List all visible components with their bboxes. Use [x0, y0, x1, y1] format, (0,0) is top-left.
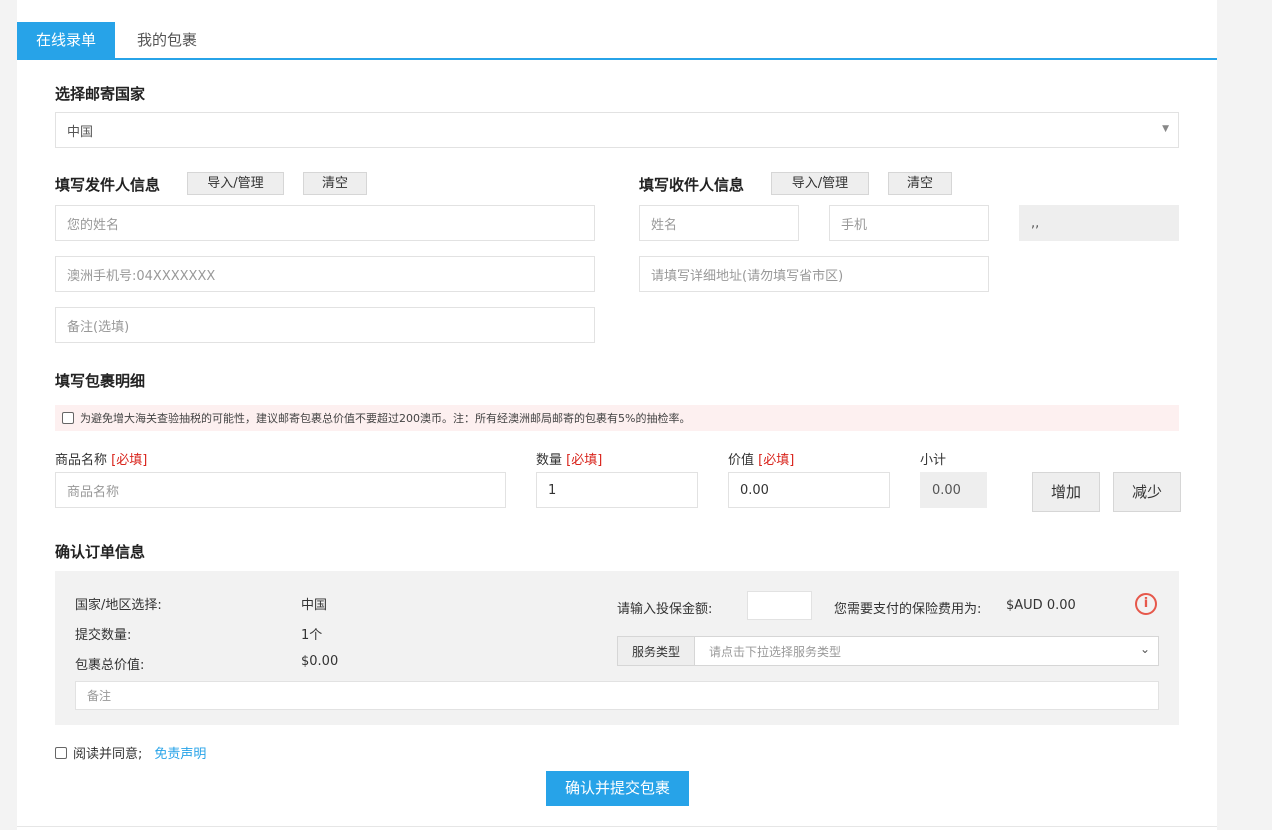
receiver-name-input[interactable]: 姓名 — [639, 205, 799, 241]
sender-note-input[interactable]: 备注(选填) — [55, 307, 595, 343]
quantity-input[interactable]: 1 — [536, 472, 698, 508]
quantity-label: 数量 [必填] — [536, 449, 602, 468]
sender-name-input[interactable]: 您的姓名 — [55, 205, 595, 241]
required-mark: [必填] — [566, 453, 603, 468]
tab-online-entry[interactable]: 在线录单 — [17, 22, 115, 59]
parcel-section-title: 填写包裹明细 — [55, 372, 146, 390]
disclaimer-link[interactable]: 免责声明 — [154, 743, 206, 762]
quantity-label-text: 数量 — [536, 453, 563, 468]
receiver-import-button[interactable]: 导入/管理 — [771, 172, 869, 195]
chevron-down-icon: ⌄ — [1139, 642, 1150, 656]
summary-country-value: 中国 — [301, 598, 328, 613]
country-select[interactable]: 中国 ▼ — [55, 112, 1179, 148]
sender-import-button[interactable]: 导入/管理 — [187, 172, 284, 195]
insurance-amount-input[interactable] — [747, 591, 812, 620]
page-margin — [1217, 0, 1272, 830]
insurance-fee-value: $AUD 0.00 — [1006, 598, 1076, 613]
service-type-select[interactable]: 服务类型 请点击下拉选择服务类型 ⌄ — [617, 636, 1159, 666]
info-icon[interactable]: i — [1135, 593, 1157, 615]
receiver-address-input[interactable]: 请填写详细地址(请勿填写省市区) — [639, 256, 989, 292]
customs-notice: 为避免增大海关查验抽税的可能性，建议邮寄包裹总价值不要超过200澳币。注：所有经… — [55, 405, 1179, 431]
remove-item-button[interactable]: 减少 — [1113, 472, 1181, 512]
sender-phone-input[interactable]: 澳洲手机号:04XXXXXXX — [55, 256, 595, 292]
insurance-fee-text: 您需要支付的保险费用为: — [834, 602, 982, 617]
price-label: 价值 [必填] — [728, 449, 794, 468]
price-label-text: 价值 — [728, 453, 755, 468]
receiver-region-field[interactable]: ,, — [1019, 205, 1179, 241]
summary-qty-value: 1个 — [301, 628, 323, 643]
price-input[interactable]: 0.00 — [728, 472, 890, 508]
service-type-placeholder: 请点击下拉选择服务类型 — [709, 644, 842, 659]
product-name-input[interactable]: 商品名称 — [55, 472, 506, 508]
service-type-dropdown[interactable]: 请点击下拉选择服务类型 ⌄ — [695, 637, 1158, 665]
required-mark: [必填] — [758, 453, 795, 468]
summary-total-label: 包裹总价值: — [75, 658, 145, 673]
sender-section-title: 填写发件人信息 — [55, 176, 161, 194]
notice-text: 为避免增大海关查验抽税的可能性，建议邮寄包裹总价值不要超过200澳币。注：所有经… — [80, 412, 691, 425]
country-select-value: 中国 — [67, 124, 94, 140]
sender-clear-button[interactable]: 清空 — [303, 172, 367, 195]
agreement-checkbox[interactable] — [55, 746, 67, 759]
tab-my-parcels[interactable]: 我的包裹 — [115, 22, 219, 59]
divider — [17, 826, 1217, 827]
notice-checkbox[interactable] — [62, 412, 74, 424]
country-section-title: 选择邮寄国家 — [55, 85, 146, 103]
confirm-section-title: 确认订单信息 — [55, 543, 146, 561]
subtotal-field: 0.00 — [920, 472, 987, 508]
add-item-button[interactable]: 增加 — [1032, 472, 1100, 512]
summary-total-value: $0.00 — [301, 654, 339, 669]
summary-qty-label: 提交数量: — [75, 628, 132, 643]
submit-parcel-button[interactable]: 确认并提交包裹 — [546, 771, 689, 806]
agreement-text: 阅读并同意; — [73, 747, 143, 762]
dropdown-arrow-icon: ▼ — [1162, 124, 1169, 134]
subtotal-label: 小计 — [920, 453, 947, 468]
insurance-amount-label: 请输入投保金额: — [617, 602, 713, 617]
tab-underline — [17, 58, 1217, 60]
receiver-clear-button[interactable]: 清空 — [888, 172, 952, 195]
receiver-phone-input[interactable]: 手机 — [829, 205, 989, 241]
receiver-section-title: 填写收件人信息 — [639, 176, 745, 194]
agreement-row: 阅读并同意; 免责声明 — [55, 743, 206, 762]
required-mark: [必填] — [111, 453, 148, 468]
service-type-label: 服务类型 — [618, 637, 695, 665]
order-note-input[interactable]: 备注 — [75, 681, 1159, 710]
product-name-label: 商品名称 [必填] — [55, 449, 147, 468]
summary-country-label: 国家/地区选择: — [75, 598, 162, 613]
product-name-label-text: 商品名称 — [55, 453, 108, 468]
